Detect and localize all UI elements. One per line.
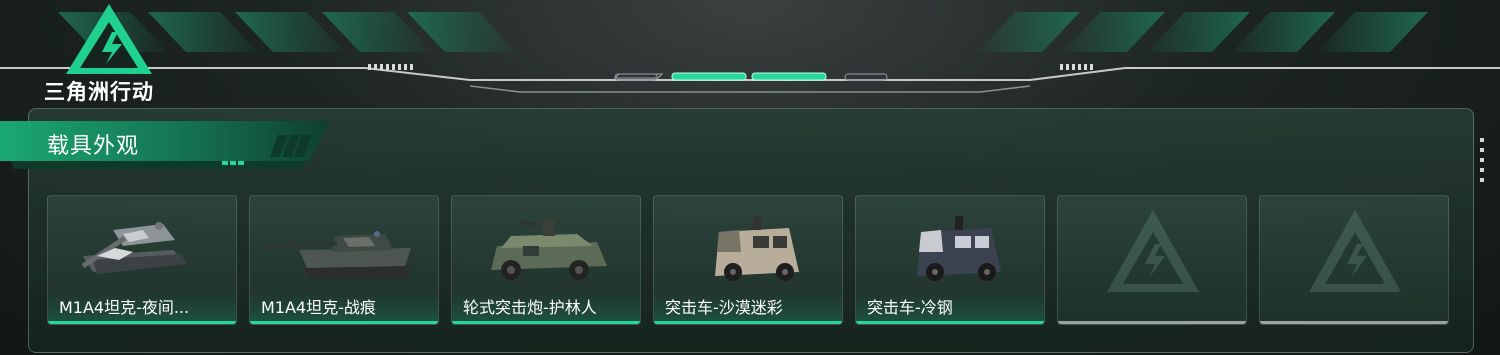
empty-slot-icon [1309,210,1401,292]
card-underline [856,321,1044,324]
assault-vehicle-icon [917,216,1001,281]
card-underline [1260,321,1448,324]
vehicle-name: 突击车-沙漠迷彩 [665,298,783,317]
tank-icon [265,231,411,278]
center-indicator [613,72,888,81]
tank-icon [81,222,187,274]
vehicle-card[interactable]: 突击车-沙漠迷彩 [653,195,843,325]
vehicle-card[interactable]: 突击车-冷钢 [855,195,1045,325]
right-stripes [977,12,1428,52]
vehicle-name: M1A4坦克-夜间... [59,298,190,317]
vehicle-name: 轮式突击炮-护林人 [463,298,597,317]
empty-vehicle-slot[interactable] [1259,195,1449,325]
section-title: 载具外观 [47,134,140,159]
vehicle-card[interactable]: 轮式突击炮-护林人 [451,195,641,325]
vehicle-name: 突击车-冷钢 [867,298,953,317]
tick-marks [368,64,1093,70]
game-logo: 三角洲行动 [42,2,182,104]
empty-slot-icon [1107,210,1199,292]
logo-text: 三角洲行动 [44,80,154,104]
header-decoration [0,12,1500,93]
vehicle-card[interactable]: M1A4坦克-夜间... [47,195,237,325]
card-underline [1058,321,1246,324]
empty-vehicle-slot[interactable] [1057,195,1247,325]
wheeled-assault-gun-icon [491,220,607,280]
assault-vehicle-icon [715,216,799,281]
card-underline [654,321,842,324]
vehicle-card[interactable]: M1A4坦克-战痕 [249,195,439,325]
header-lines [0,67,1500,93]
card-underline [48,321,236,324]
card-underline [452,321,640,324]
scroll-indicator[interactable] [1480,138,1486,186]
card-underline [250,321,438,324]
vehicle-name: M1A4坦克-战痕 [261,298,376,317]
delta-logo-icon [66,4,152,74]
